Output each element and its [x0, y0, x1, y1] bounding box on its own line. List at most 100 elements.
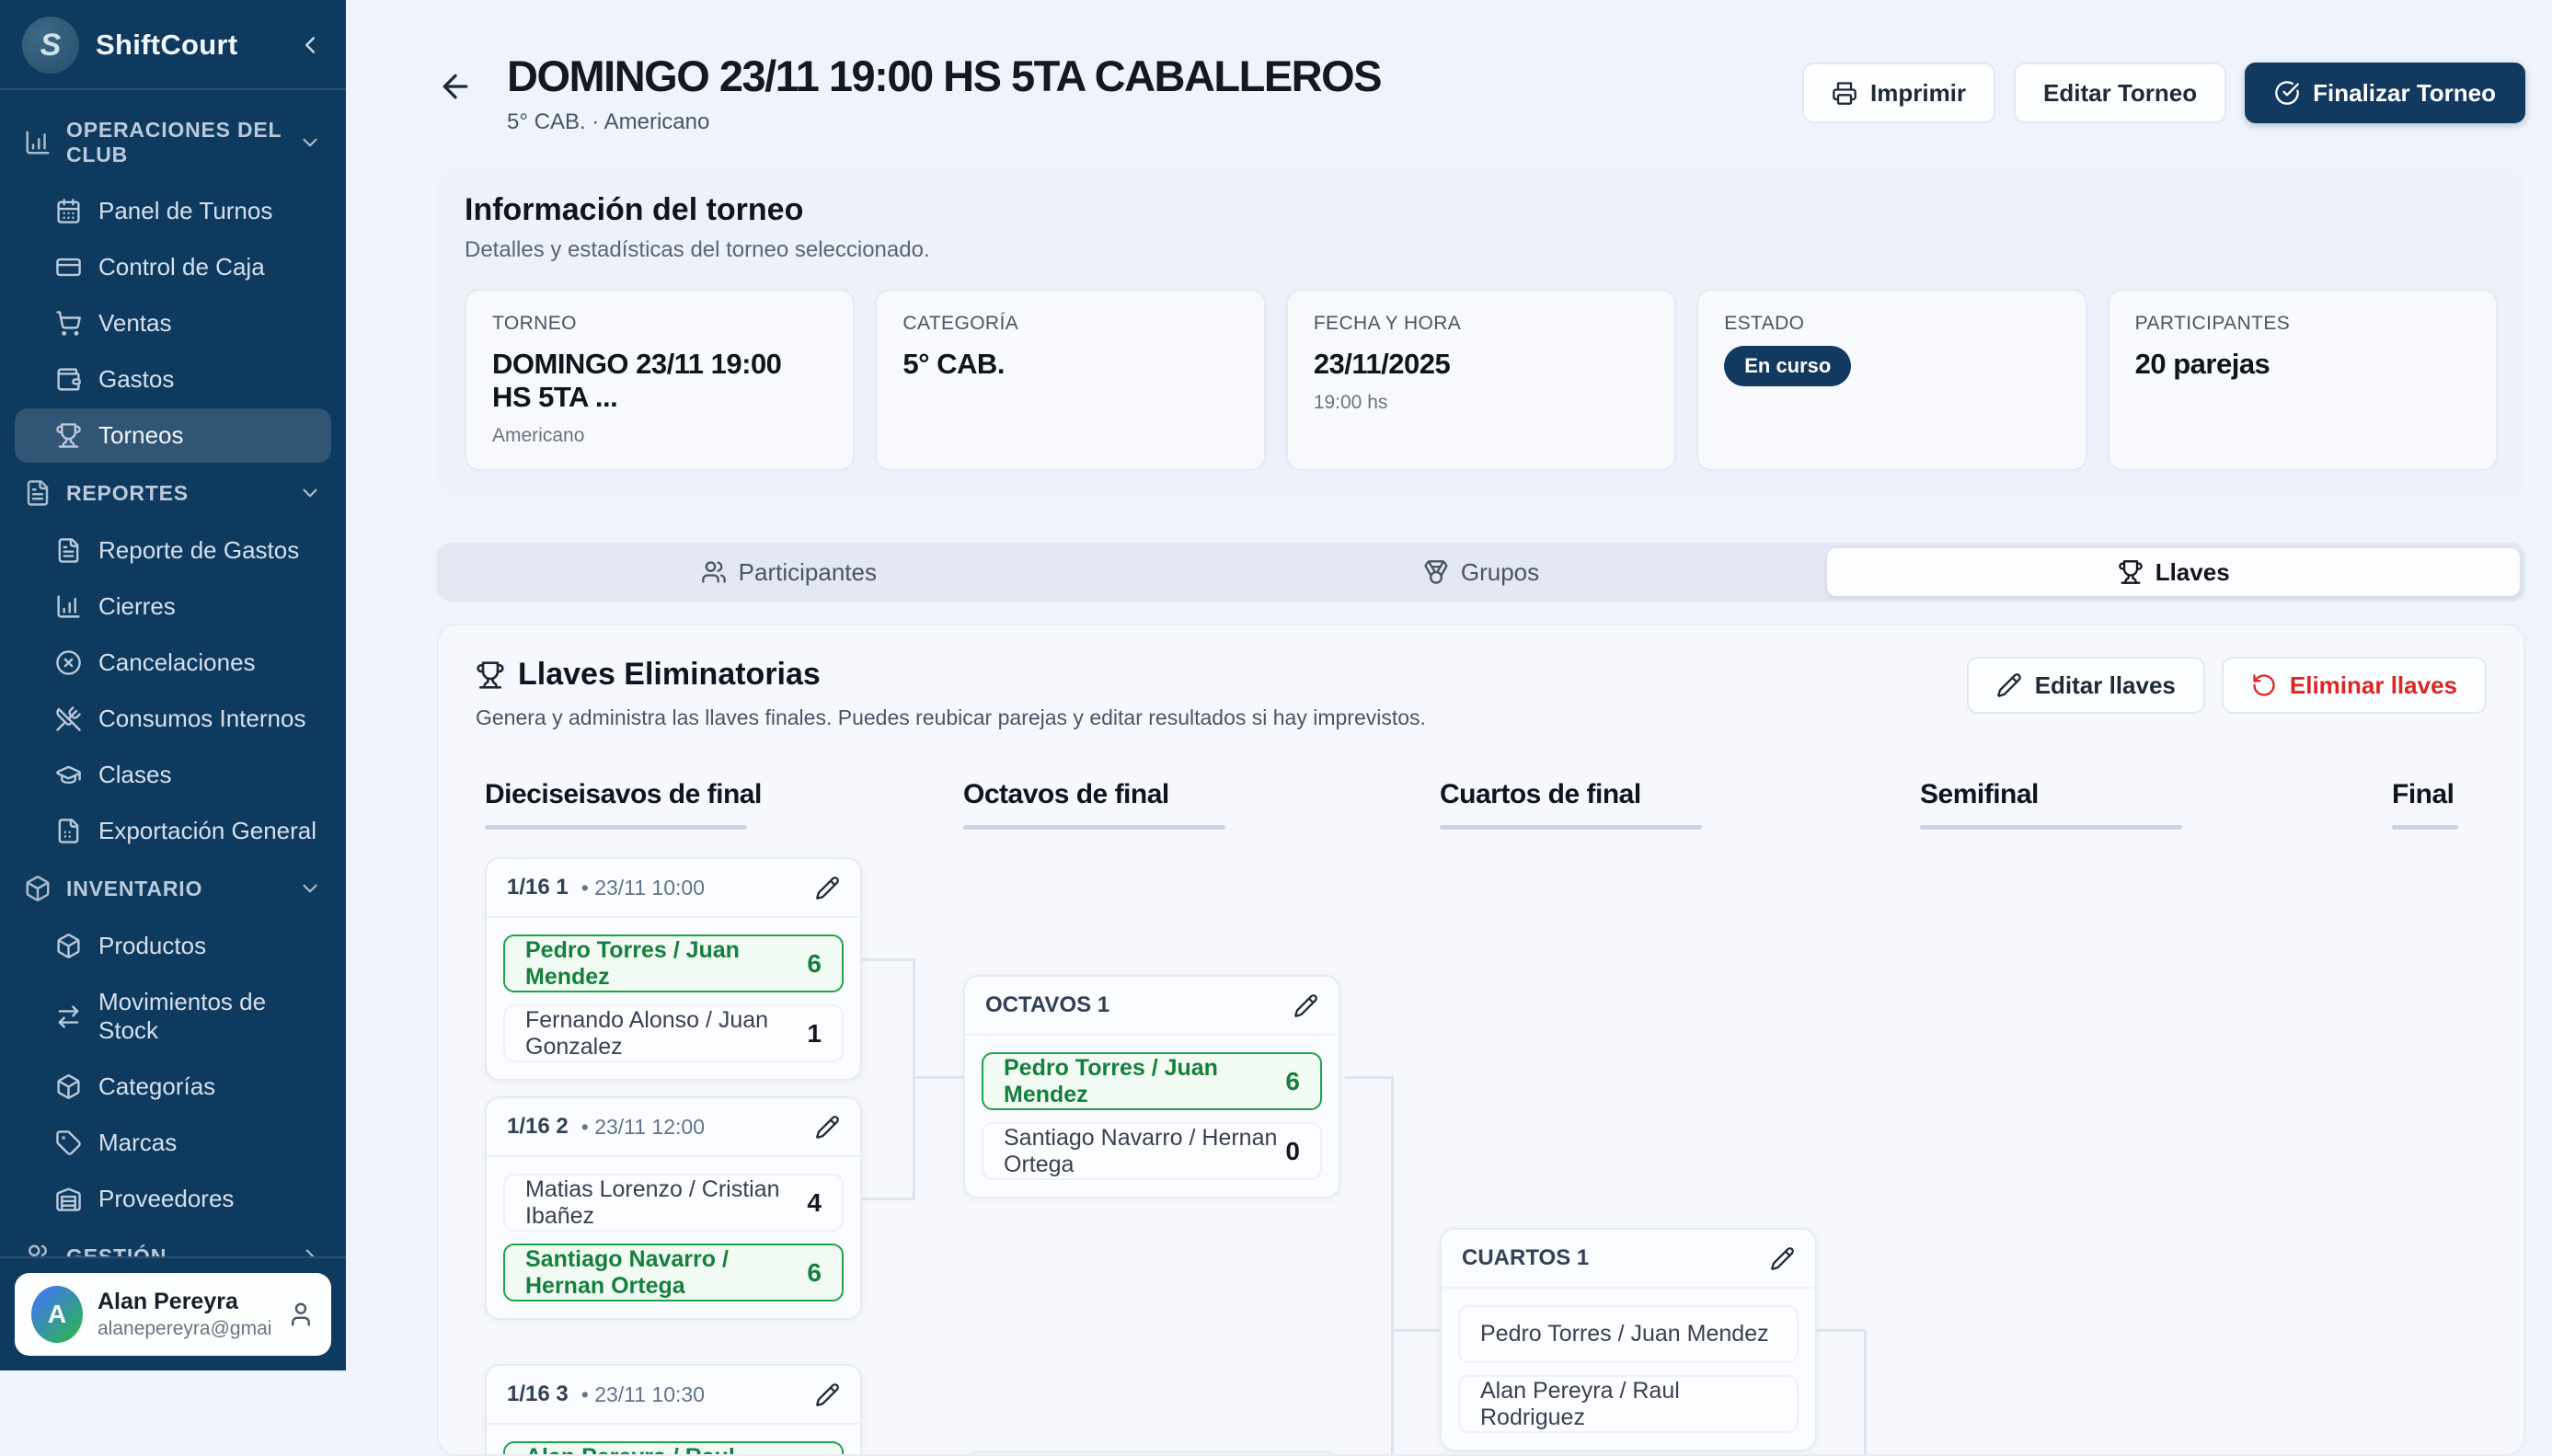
bracket-connector [1391, 1076, 1394, 1456]
sidebar-item-cancelaciones[interactable]: Cancelaciones [15, 636, 331, 690]
finish-tournament-label: Finalizar Torneo [2313, 79, 2496, 108]
sidebar-item-reporte-de-gastos[interactable]: Reporte de Gastos [15, 523, 331, 578]
nav-section-operaciones[interactable]: OPERACIONES DEL CLUB [15, 103, 331, 182]
team-name: Matias Lorenzo / Cristian Ibañez [525, 1176, 807, 1230]
bracket-connector [862, 1198, 914, 1200]
print-button[interactable]: Imprimir [1802, 63, 1995, 123]
sidebar-collapse-icon[interactable] [296, 31, 324, 59]
print-button-label: Imprimir [1870, 79, 1966, 108]
info-card-label: PARTICIPANTES [2135, 313, 2470, 335]
sidebar-footer: A Alan Pereyra alanepereyra@gmail.... [0, 1256, 346, 1370]
sidebar-item-label: Panel de Turnos [98, 197, 272, 225]
team-name: Alan Pereyra / Raul Rodriguez [1480, 1378, 1776, 1431]
sidebar-item-gastos[interactable]: Gastos [15, 352, 331, 407]
user-name: Alan Pereyra [98, 1289, 272, 1315]
info-card-sub: 19:00 hs [1314, 392, 1649, 414]
team-name: Alan Pereyra / Raul Rodriguez [525, 1444, 807, 1456]
team-name: Pedro Torres / Juan Mendez [525, 937, 807, 991]
sidebar-item-marcas[interactable]: Marcas [15, 1116, 331, 1170]
edit-tournament-button[interactable]: Editar Torneo [2014, 63, 2226, 123]
sidebar-item-productos[interactable]: Productos [15, 919, 331, 973]
package-icon [55, 1073, 82, 1100]
round-header-dieciseisavos: Dieciseisavos de final [485, 779, 862, 830]
edit-match-icon[interactable] [1293, 993, 1318, 1018]
team-row-winner[interactable]: Santiago Navarro / Hernan Ortega 6 [503, 1244, 844, 1301]
round-header-cuartos: Cuartos de final [1440, 779, 1817, 830]
team-row[interactable]: Alan Pereyra / Raul Rodriguez [1458, 1375, 1799, 1433]
rotate-ccw-icon [2251, 672, 2277, 698]
team-row[interactable]: Pedro Torres / Juan Mendez [1458, 1305, 1799, 1363]
info-card-label: ESTADO [1724, 313, 2059, 335]
sidebar-item-exportacion-general[interactable]: Exportación General [15, 804, 331, 858]
nav-section-inventario[interactable]: INVENTARIO [15, 860, 331, 917]
sidebar-item-consumos-internos[interactable]: Consumos Internos [15, 692, 331, 746]
sidebar-item-control-de-caja[interactable]: Control de Caja [15, 240, 331, 294]
sidebar-item-proveedores[interactable]: Proveedores [15, 1172, 331, 1226]
team-row-winner[interactable]: Pedro Torres / Juan Mendez 6 [503, 934, 844, 992]
user-card[interactable]: A Alan Pereyra alanepereyra@gmail.... [15, 1273, 331, 1356]
info-card-value: 20 parejas [2135, 348, 2470, 381]
edit-tournament-label: Editar Torneo [2043, 79, 2197, 108]
edit-bracket-button[interactable]: Editar llaves [1967, 657, 2205, 714]
nav-section-gestion[interactable]: GESTIÓN [15, 1228, 331, 1256]
sidebar-item-movimientos-de-stock[interactable]: Movimientos de Stock [15, 975, 331, 1058]
sidebar-item-clases[interactable]: Clases [15, 748, 331, 802]
nav-section-label: GESTIÓN [66, 1244, 167, 1257]
avatar: A [31, 1286, 83, 1343]
sidebar-item-label: Categorías [98, 1072, 215, 1101]
info-card-categoria: CATEGORÍA 5° CAB. [875, 289, 1265, 471]
round-underline [2392, 825, 2458, 830]
sidebar-item-panel-de-turnos[interactable]: Panel de Turnos [15, 184, 331, 238]
round-name: Octavos de final [963, 779, 1340, 810]
sidebar-item-label: Cancelaciones [98, 648, 256, 677]
edit-match-icon[interactable] [1770, 1246, 1795, 1271]
calendar-icon [55, 198, 82, 224]
info-subtitle: Detalles y estadísticas del torneo selec… [465, 237, 2498, 263]
finish-tournament-button[interactable]: Finalizar Torneo [2245, 63, 2525, 123]
team-row-winner[interactable]: Alan Pereyra / Raul Rodriguez 6 [503, 1441, 844, 1456]
team-score: 0 [1285, 1137, 1300, 1166]
back-button[interactable] [437, 68, 474, 105]
match-code: 1/16 2 [507, 1114, 569, 1140]
sidebar-item-label: Cierres [98, 592, 176, 621]
sidebar-item-label: Clases [98, 761, 171, 789]
user-email: alanepereyra@gmail.... [98, 1318, 272, 1340]
tab-grupos[interactable]: Grupos [1135, 548, 1828, 596]
delete-bracket-label: Eliminar llaves [2290, 671, 2457, 700]
match-code: CUARTOS 1 [1462, 1245, 1589, 1271]
bracket-connector [862, 958, 914, 961]
trophy-icon [476, 660, 505, 690]
sidebar-item-torneos[interactable]: Torneos [15, 408, 331, 463]
nav-section-label: INVENTARIO [66, 877, 202, 901]
delete-bracket-button[interactable]: Eliminar llaves [2222, 657, 2487, 714]
match-code: 1/16 1 [507, 875, 569, 900]
edit-match-icon[interactable] [815, 876, 840, 900]
sidebar-item-ventas[interactable]: Ventas [15, 296, 331, 350]
bracket-connector [913, 958, 915, 1200]
round-name: Semifinal [1920, 779, 2297, 810]
info-card-label: TORNEO [492, 313, 827, 335]
match-card-1-16-3: 1/16 3 23/11 10:30 Alan Pereyra / Raul R… [485, 1364, 862, 1456]
info-card-label: CATEGORÍA [902, 313, 1237, 335]
nav-section-reportes[interactable]: REPORTES [15, 464, 331, 522]
sidebar-item-label: Exportación General [98, 817, 316, 845]
page-title: DOMINGO 23/11 19:00 HS 5TA CABALLEROS [507, 53, 1381, 98]
sidebar-item-label: Marcas [98, 1129, 177, 1157]
team-row-winner[interactable]: Pedro Torres / Juan Mendez 6 [982, 1052, 1322, 1110]
nav-section-label: OPERACIONES DEL CLUB [66, 118, 283, 167]
info-card-value: DOMINGO 23/11 19:00 HS 5TA ... [492, 348, 827, 414]
users-icon [701, 559, 727, 585]
team-row[interactable]: Santiago Navarro / Hernan Ortega 0 [982, 1122, 1322, 1180]
bracket-panel: Llaves Eliminatorias Genera y administra… [437, 624, 2525, 1456]
printer-icon [1832, 80, 1857, 106]
team-row[interactable]: Fernando Alonso / Juan Gonzalez 1 [503, 1004, 844, 1062]
tab-llaves[interactable]: Llaves [1827, 548, 2520, 596]
sidebar-item-cierres[interactable]: Cierres [15, 579, 331, 634]
nav-section-label: REPORTES [66, 481, 189, 506]
team-name: Santiago Navarro / Hernan Ortega [525, 1246, 807, 1300]
team-row[interactable]: Matias Lorenzo / Cristian Ibañez 4 [503, 1174, 844, 1232]
edit-match-icon[interactable] [815, 1382, 840, 1407]
edit-match-icon[interactable] [815, 1115, 840, 1140]
sidebar-item-categorias[interactable]: Categorías [15, 1060, 331, 1114]
tab-participantes[interactable]: Participantes [443, 548, 1135, 596]
